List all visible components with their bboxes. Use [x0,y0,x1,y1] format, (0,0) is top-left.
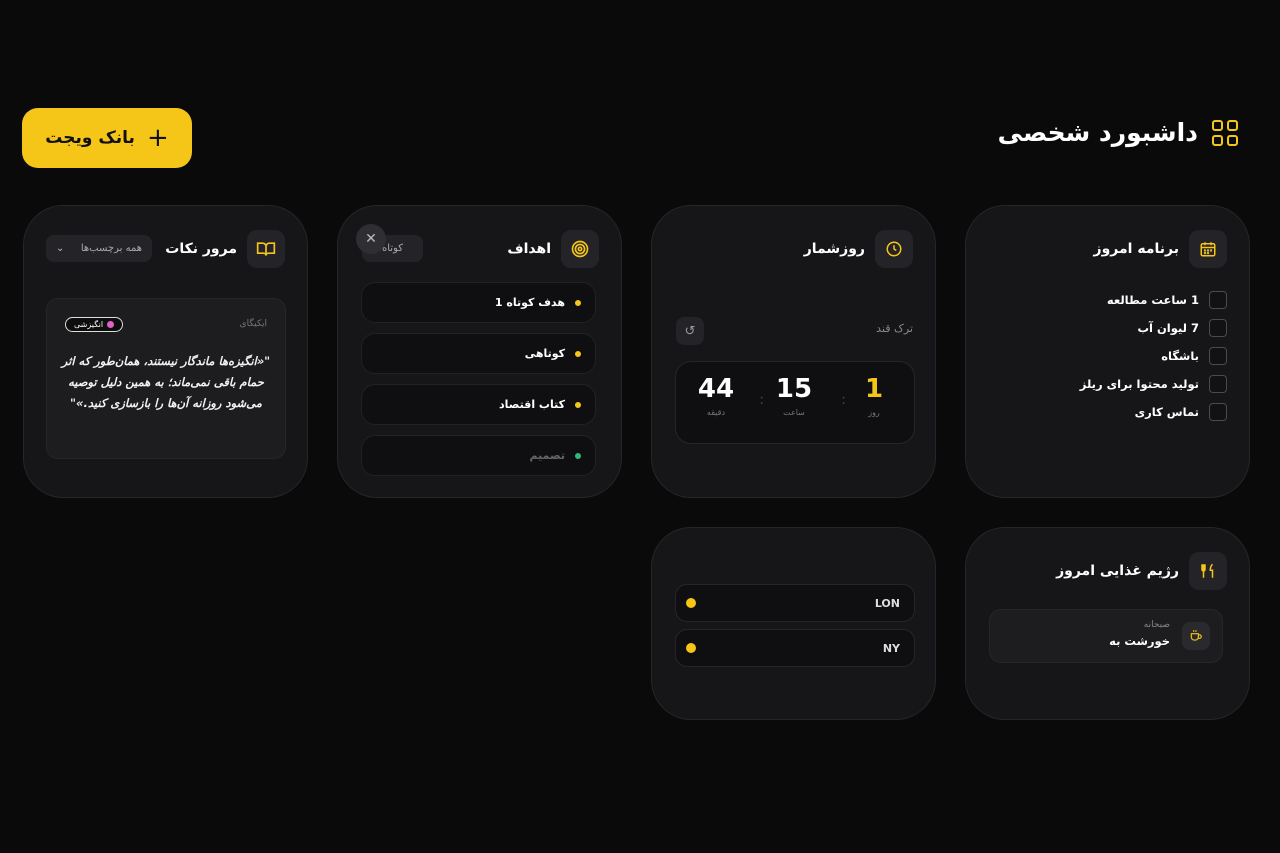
diet-title: رژیم غذایی امروز [1056,563,1179,579]
status-dot [575,452,581,459]
goal-label: کوتاهی [524,347,565,360]
page-header: داشبورد شخصی [998,118,1238,147]
clock-icon [875,230,913,268]
status-dot [575,350,581,357]
goals-title: اهداف [507,241,551,257]
grid-icon [1212,119,1238,146]
note-text: "«انگیزه‌ها ماندگار نیستند، همان‌طور که … [61,354,271,410]
hours-caption: ساعت [783,408,805,417]
widget-bank-label: بانک ویجت [45,128,135,148]
task-label: 1 ساعت مطالعه [1106,293,1199,307]
cup-icon [1182,622,1210,650]
chevron-down-icon: ⌄ [56,243,65,254]
clock-dot [686,643,696,653]
goal-label: کتاب اقتصاد [499,398,565,411]
page-title: داشبورد شخصی [997,118,1198,147]
goal-label: تصمیم [529,449,565,462]
target-icon [561,230,599,268]
clock-row-lon: LON [675,584,915,622]
goal-item[interactable]: کتاب اقتصاد [361,384,596,425]
tag-filter-select[interactable]: همه برچسب‌ها ⌄ [46,235,152,262]
note-tag-label: انگیزشی [74,320,104,329]
goals-card: اهداف کوتاه ✕ هدف کوتاه 1 کوتاهی کتاب اق… [337,205,622,498]
task-item[interactable]: 1 ساعت مطالعه [1027,286,1227,314]
status-dot [575,299,581,306]
goal-item[interactable]: هدف کوتاه 1 [361,282,596,323]
book-icon [247,230,285,268]
diet-header: رژیم غذایی امروز [1056,552,1227,590]
countdown-label: ترک قند [876,322,913,335]
goal-item[interactable]: کوتاهی [361,333,596,374]
diet-card: رژیم غذایی امروز صبحانه خورشت به [965,527,1250,720]
minutes-value: 44 [697,374,735,404]
days-value: 1 [864,374,884,404]
countdown-display: 1 روز : 15 ساعت : 44 دقیقه [675,361,915,444]
note-card[interactable]: ایکیگای انگیزشی "«انگیزه‌ها ماندگار نیست… [46,298,286,459]
time-separator: : [841,392,846,408]
notes-card: مرور نکات همه برچسب‌ها ⌄ ایکیگای انگیزشی… [23,205,308,498]
task-label: 7 لیوان آب [1137,321,1199,335]
tag-filter-value: همه برچسب‌ها [80,243,142,254]
city-label: LON [874,596,900,610]
meal-type: صبحانه [1143,620,1170,630]
notes-title: مرور نکات [165,241,237,257]
goals-header: اهداف [507,230,599,268]
calendar-icon [1189,230,1227,268]
close-icon[interactable]: ✕ [356,224,386,254]
task-checkbox[interactable] [1209,347,1227,365]
goal-label: هدف کوتاه 1 [494,296,565,309]
task-checkbox[interactable] [1209,291,1227,309]
task-checkbox[interactable] [1209,375,1227,393]
task-item[interactable]: تماس کاری [1027,398,1227,426]
goal-item[interactable]: تصمیم [361,435,596,476]
countdown-minutes: 44 دقیقه [686,374,746,417]
utensils-icon [1189,552,1227,590]
task-label: باشگاه [1161,349,1199,363]
task-list: 1 ساعت مطالعه 7 لیوان آب باشگاه تولید مح… [1027,286,1227,426]
widget-bank-button[interactable]: + بانک ویجت [22,108,192,168]
reset-icon[interactable]: ↺ [676,317,704,345]
task-item[interactable]: 7 لیوان آب [1027,314,1227,342]
plus-icon: + [146,123,169,153]
today-plan-card: برنامه امروز 1 ساعت مطالعه 7 لیوان آب با… [965,205,1250,498]
countdown-card: روزشمار ترک قند ↺ 1 روز : 15 ساعت : 44 د… [651,205,936,498]
countdown-title: روزشمار [803,241,865,257]
meal-item[interactable]: صبحانه خورشت به [989,609,1223,663]
task-label: تولید محتوا برای ریلز [1079,377,1199,391]
countdown-hours: 15 ساعت [764,374,824,417]
task-label: تماس کاری [1134,405,1199,419]
today-plan-header: برنامه امروز [1094,230,1227,268]
task-item[interactable]: باشگاه [1027,342,1227,370]
minutes-caption: دقیقه [706,408,726,417]
world-clock-card: LON NY [651,527,936,720]
city-label: NY [882,641,900,655]
task-item[interactable]: تولید محتوا برای ریلز [1027,370,1227,398]
today-plan-title: برنامه امروز [1093,241,1179,257]
note-source: ایکیگای [239,319,267,329]
days-caption: روز [868,408,880,417]
brain-icon [107,321,115,328]
hours-value: 15 [775,374,813,404]
status-dot [575,401,581,408]
note-tag-badge: انگیزشی [65,317,124,332]
countdown-header: روزشمار [804,230,913,268]
time-separator: : [759,392,764,408]
clock-row-ny: NY [675,629,915,667]
clock-dot [686,598,696,608]
task-checkbox[interactable] [1209,403,1227,421]
notes-header: مرور نکات [165,230,285,268]
countdown-days: 1 روز [844,374,904,417]
task-checkbox[interactable] [1209,319,1227,337]
meal-name: خورشت به [1109,634,1170,648]
